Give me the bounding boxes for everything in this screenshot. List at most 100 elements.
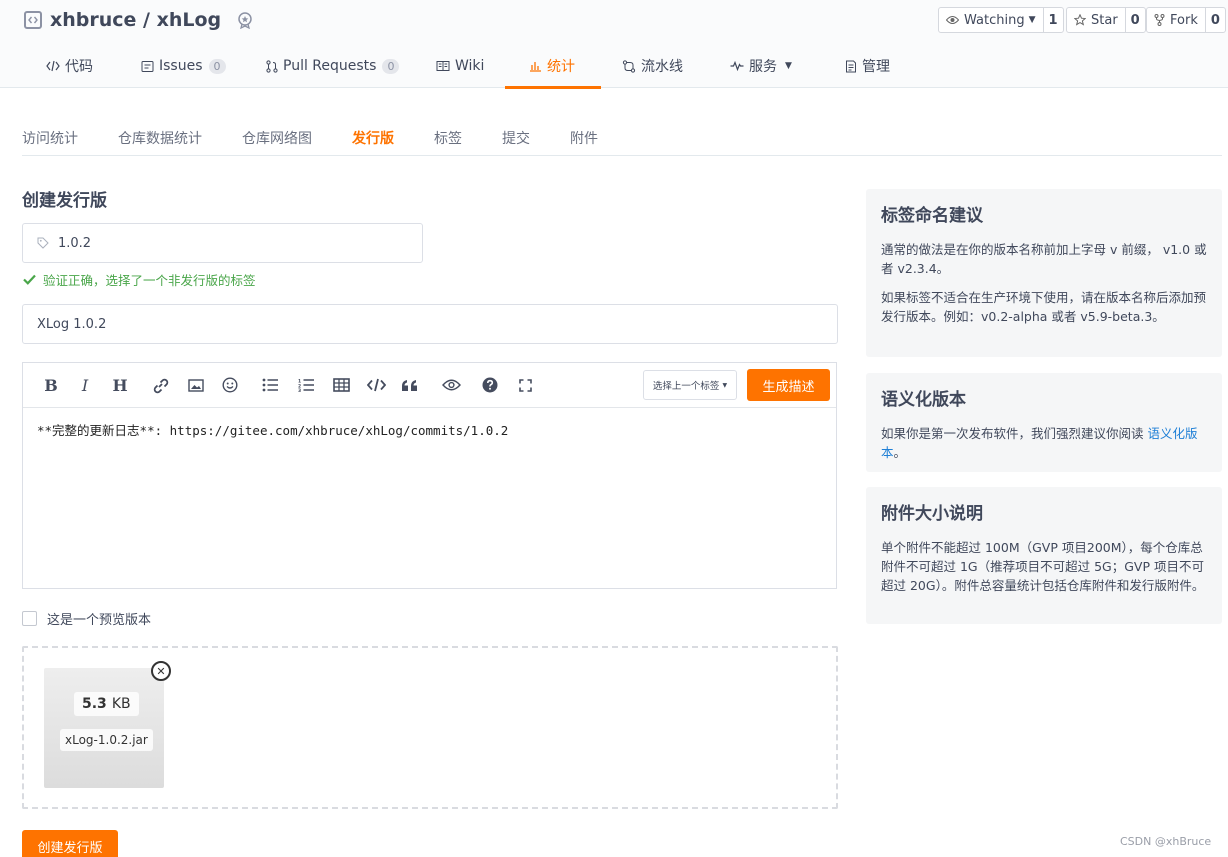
subtab-repo-data[interactable]: 仓库数据统计	[118, 128, 202, 148]
tab-pipeline[interactable]: 流水线	[622, 44, 683, 88]
semver-text: 如果你是第一次发布软件，我们强烈建议你阅读 语义化版本。	[881, 424, 1208, 462]
tag-input[interactable]: 1.0.2	[22, 223, 423, 263]
tab-issues[interactable]: Issues 0	[141, 44, 226, 88]
create-release-button[interactable]: 创建发行版	[22, 830, 118, 857]
semver-text-suffix: 。	[893, 445, 907, 460]
tab-issues-label: Issues	[159, 58, 203, 74]
tab-pull-requests[interactable]: Pull Requests 0	[266, 44, 400, 88]
italic-icon[interactable]: I	[75, 375, 95, 395]
tab-manage-label: 管理	[862, 59, 890, 75]
repo-header: xhbruce / xhLog Watching ▼ 1 Star 0 Fork…	[0, 0, 1228, 89]
tag-input-value: 1.0.2	[58, 235, 92, 251]
bold-icon[interactable]: B	[41, 375, 61, 395]
fork-group: Fork 0	[1146, 7, 1226, 33]
bar-chart-icon	[530, 62, 541, 72]
link-icon[interactable]	[150, 375, 170, 395]
bullet-list-icon[interactable]	[260, 375, 280, 395]
watch-group: Watching ▼ 1	[938, 7, 1064, 33]
tab-wiki-label: Wiki	[455, 58, 485, 74]
help-icon[interactable]	[480, 375, 500, 395]
fork-button[interactable]: Fork	[1147, 8, 1206, 32]
stats-subtabs: 访问统计 仓库数据统计 仓库网络图 发行版 标签 提交 附件	[22, 118, 1222, 156]
attachment-size-title: 附件大小说明	[881, 504, 983, 524]
code-block-icon[interactable]	[366, 375, 386, 395]
heading-icon[interactable]: H	[110, 375, 130, 395]
generate-description-button[interactable]: 生成描述	[747, 369, 830, 401]
caret-down-icon: ▼	[722, 381, 728, 389]
repo-owner-link[interactable]: xhbruce	[50, 9, 136, 31]
tab-code[interactable]: 代码	[46, 44, 93, 88]
release-notes-textarea[interactable]: **完整的更新日志**: https://gitee.com/xhbruce/x…	[23, 408, 836, 451]
star-count[interactable]: 0	[1126, 8, 1145, 32]
preview-eye-icon[interactable]	[441, 375, 461, 395]
tab-services[interactable]: 服务 ▼	[730, 44, 792, 88]
attachment-file-card: 5.3 KB xLog-1.0.2.jar ✕	[44, 661, 171, 788]
watch-label: Watching	[964, 12, 1025, 28]
attachment-size-text: 单个附件不能超过 100M（GVP 项目200M），每个仓库总附件不可超过 1G…	[881, 540, 1205, 593]
pulse-icon	[730, 61, 744, 71]
remove-attachment-close-icon[interactable]: ✕	[151, 661, 171, 681]
issue-icon	[141, 60, 154, 72]
semver-tips: 语义化版本 如果你是第一次发布软件，我们强烈建议你阅读 语义化版本。	[866, 373, 1222, 472]
tag-naming-text-2: 如果标签不适合在生产环境下使用，请在版本名称后添加预发行版本。例如：v0.2-a…	[881, 290, 1207, 324]
star-label: Star	[1091, 12, 1118, 28]
tag-naming-title: 标签命名建议	[881, 206, 983, 226]
recommend-badge-icon[interactable]	[235, 10, 255, 30]
eye-icon	[946, 16, 959, 24]
tab-stats[interactable]: 统计	[505, 44, 601, 89]
page-title: 创建发行版	[22, 191, 107, 211]
subtab-attachments[interactable]: 附件	[570, 128, 598, 148]
image-icon[interactable]	[186, 375, 206, 395]
emoji-icon[interactable]	[220, 375, 240, 395]
fullscreen-icon[interactable]	[515, 375, 535, 395]
prerelease-checkbox[interactable]	[22, 611, 37, 626]
attachment-filename: xLog-1.0.2.jar	[60, 729, 153, 751]
watch-button[interactable]: Watching ▼	[939, 8, 1044, 32]
subtab-commits[interactable]: 提交	[502, 128, 530, 148]
star-button[interactable]: Star	[1067, 8, 1126, 32]
attachment-size-unit: KB	[111, 696, 131, 712]
attachment-size-value: 5.3	[82, 696, 107, 712]
tab-manage[interactable]: 管理	[845, 44, 890, 88]
code-icon	[46, 60, 60, 72]
subtab-visits[interactable]: 访问统计	[22, 128, 78, 148]
repo-separator: /	[136, 9, 157, 31]
book-icon	[436, 61, 450, 71]
subtab-network[interactable]: 仓库网络图	[242, 128, 312, 148]
watch-count[interactable]: 1	[1044, 8, 1063, 32]
fork-count[interactable]: 0	[1206, 8, 1225, 32]
markdown-editor: B I H 123 选择上一个标签 ▼ 生成描述 **完整的更新日志**: ht…	[22, 362, 837, 589]
pull-request-icon	[266, 59, 278, 73]
repo-name-link[interactable]: xhLog	[157, 9, 222, 31]
tab-services-label: 服务	[749, 59, 777, 75]
release-title-input[interactable]: XLog 1.0.2	[22, 304, 838, 344]
tab-stats-label: 统计	[547, 59, 575, 75]
quote-icon[interactable]	[400, 375, 420, 395]
repo-title: xhbruce / xhLog	[24, 6, 255, 34]
attachment-size-tips: 附件大小说明 单个附件不能超过 100M（GVP 项目200M），每个仓库总附件…	[866, 487, 1222, 624]
ordered-list-icon[interactable]: 123	[296, 375, 316, 395]
previous-tag-select-label: 选择上一个标签	[652, 381, 720, 392]
pipeline-icon	[622, 59, 636, 73]
table-icon[interactable]	[331, 375, 351, 395]
semver-text-body: 如果你是第一次发布软件，我们强烈建议你阅读	[881, 426, 1148, 441]
code-repo-icon	[24, 11, 42, 29]
tab-pulls-label: Pull Requests	[283, 58, 377, 74]
subtab-tags[interactable]: 标签	[434, 128, 462, 148]
star-group: Star 0	[1066, 7, 1146, 33]
document-icon	[846, 60, 856, 72]
tag-icon	[37, 237, 49, 249]
tab-wiki[interactable]: Wiki	[436, 44, 484, 88]
validation-text: 验证正确，选择了一个非发行版的标签	[43, 273, 256, 288]
prerelease-option[interactable]: 这是一个预览版本	[22, 609, 151, 628]
caret-down-icon: ▼	[785, 61, 792, 71]
repo-nav: 代码 Issues 0 Pull Requests 0 Wiki 统计 流水线 …	[0, 44, 1228, 89]
subtab-releases[interactable]: 发行版	[352, 128, 394, 148]
previous-tag-select[interactable]: 选择上一个标签 ▼	[643, 370, 737, 400]
tab-pipeline-label: 流水线	[641, 59, 683, 75]
watermark: CSDN @xhBruce	[1120, 835, 1212, 848]
release-notes-text: **完整的更新日志**: https://gitee.com/xhbruce/x…	[37, 423, 509, 438]
star-icon	[1074, 14, 1086, 26]
attachment-dropzone[interactable]: 5.3 KB xLog-1.0.2.jar ✕	[22, 646, 838, 809]
fork-label: Fork	[1170, 12, 1198, 28]
